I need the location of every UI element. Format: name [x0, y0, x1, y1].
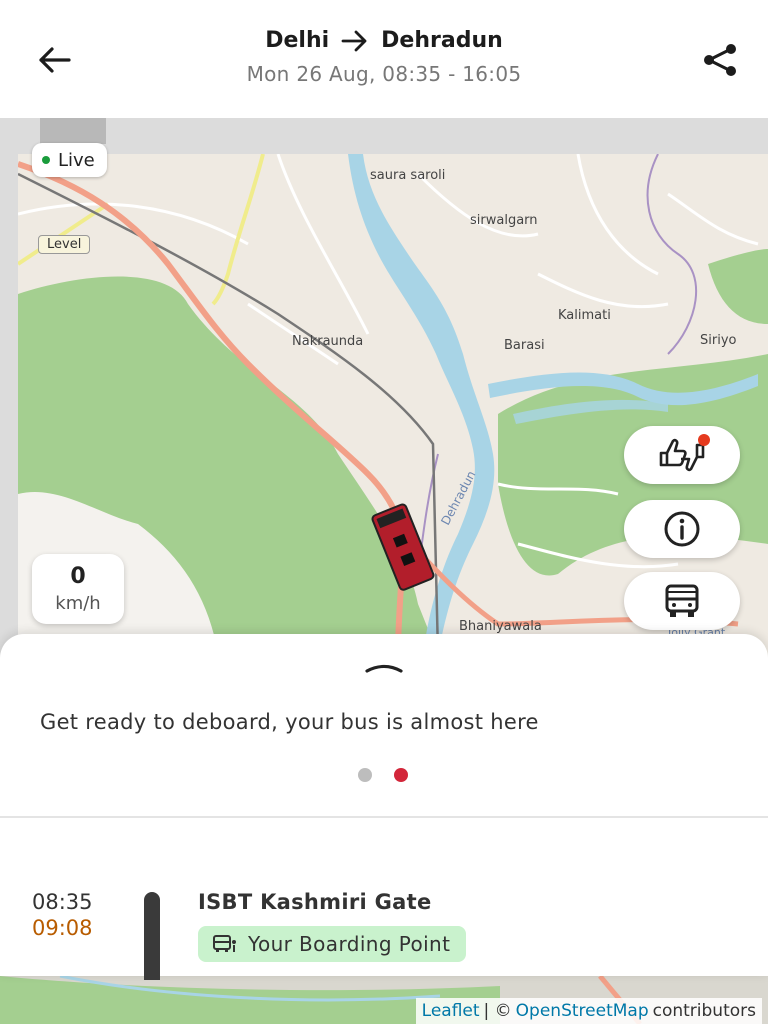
status-message: Get ready to deboard, your bus is almost…: [40, 710, 539, 734]
place-saura-saroli: saura saroli: [370, 168, 445, 183]
expand-sheet-handle[interactable]: [364, 656, 404, 680]
live-time: 09:08: [32, 916, 93, 940]
place-siriyo: Siriyo: [700, 333, 737, 348]
page-indicator[interactable]: [358, 768, 408, 782]
level-label: Level: [38, 235, 91, 254]
bus-person-icon: [213, 935, 236, 952]
boarding-point-chip: Your Boarding Point: [198, 926, 467, 962]
bottom-sheet: Get ready to deboard, your bus is almost…: [0, 634, 768, 980]
live-dot-icon: [42, 156, 50, 164]
page-dot-2[interactable]: [394, 768, 408, 782]
place-barasi: Barasi: [504, 338, 545, 353]
live-label: Live: [58, 149, 95, 171]
chevron-up-icon: [365, 664, 403, 673]
place-sirwalgarn: sirwalgarn: [470, 213, 538, 228]
route-title: Delhi Dehradun: [0, 28, 768, 53]
speed-value: 0: [70, 564, 86, 589]
bus-icon: [665, 584, 699, 617]
openstreetmap-link[interactable]: OpenStreetMap: [516, 1001, 649, 1021]
leaflet-link[interactable]: Leaflet: [422, 1001, 480, 1021]
boarding-point-label: Your Boarding Point: [248, 932, 451, 956]
origin-city: Delhi: [265, 28, 330, 53]
speed-unit: km/h: [55, 593, 101, 614]
scheduled-time: 08:35: [32, 890, 93, 914]
top-app-bar: Delhi Dehradun Mon 26 Aug, 08:35 - 16:05: [0, 0, 768, 118]
attribution-separator: | ©: [483, 1001, 512, 1021]
attribution-contributors: contributors: [652, 1001, 756, 1021]
stop-row[interactable]: 08:35 09:08 ISBT Kashmiri Gate Your Boar…: [0, 884, 768, 980]
notification-dot: [698, 434, 710, 446]
arrow-right-icon: [341, 30, 367, 51]
feedback-button[interactable]: [624, 426, 740, 484]
share-icon: [704, 44, 736, 76]
live-indicator: Live: [32, 143, 107, 177]
place-nakraunda: Nakraunda: [292, 334, 363, 349]
trip-schedule: Mon 26 Aug, 08:35 - 16:05: [246, 62, 522, 86]
map-attribution: Leaflet | © OpenStreetMap contributors: [415, 998, 762, 1024]
bus-details-button[interactable]: [624, 572, 740, 630]
page-dot-1[interactable]: [358, 768, 372, 782]
info-button[interactable]: [624, 500, 740, 558]
divider: [0, 816, 768, 818]
speed-indicator: 0 km/h: [32, 554, 124, 624]
stop-name: ISBT Kashmiri Gate: [198, 890, 432, 914]
timeline-bar: [144, 892, 160, 980]
destination-city: Dehradun: [381, 28, 503, 53]
place-bhaniyawala: Bhaniyawala: [459, 619, 542, 634]
share-button[interactable]: [698, 38, 742, 82]
info-icon: [664, 511, 700, 547]
place-kalimati: Kalimati: [558, 308, 611, 323]
map-tile-placeholder: [40, 118, 106, 144]
